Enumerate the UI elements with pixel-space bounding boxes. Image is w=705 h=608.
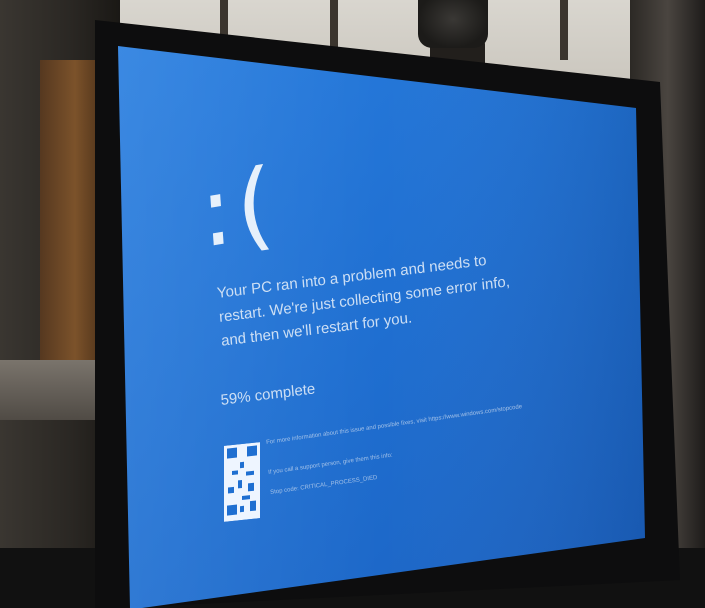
photo-scene: :( Your PC ran into a problem and needs … bbox=[0, 0, 705, 608]
monitor-screen bbox=[95, 20, 680, 608]
monitor: :( Your PC ran into a problem and needs … bbox=[0, 0, 705, 608]
